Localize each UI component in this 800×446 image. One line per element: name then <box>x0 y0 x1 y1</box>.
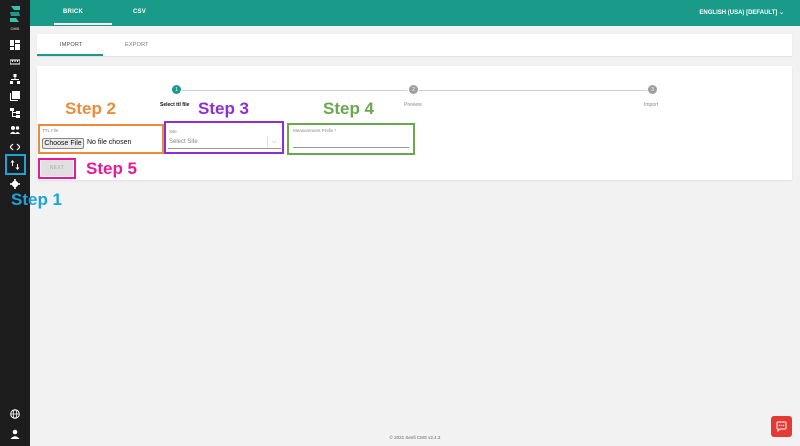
tab-import-indicator <box>37 54 103 56</box>
globe-icon[interactable] <box>8 407 22 421</box>
footer-copyright: © 2021 Senfi CMS v2.4.3 <box>389 435 441 440</box>
layers-icon[interactable] <box>8 89 22 103</box>
active-nav-highlight <box>5 154 26 175</box>
stepper-connector <box>419 89 647 91</box>
step-2-indicator: 2 <box>409 85 418 94</box>
users-icon[interactable] <box>8 123 22 137</box>
hierarchy-icon[interactable] <box>8 72 22 86</box>
tab-export[interactable]: EXPORT <box>125 42 149 48</box>
step-2-annotation: Step 2 <box>65 99 117 118</box>
sub-tabs: IMPORT EXPORT <box>37 34 792 56</box>
step-5-annotation: Step 5 <box>86 159 138 178</box>
step-3-annotation: Step 3 <box>198 99 250 118</box>
tab-brick-indicator <box>54 23 112 25</box>
step-3-label: Import <box>644 102 659 108</box>
step-3-highlight <box>164 121 284 154</box>
step-1-indicator: 1 <box>172 85 181 94</box>
step-5-highlight <box>38 158 76 179</box>
ruler-icon[interactable] <box>8 55 22 69</box>
dashboard-icon[interactable] <box>8 38 22 52</box>
tab-csv[interactable]: CSV <box>133 9 146 15</box>
chat-button[interactable] <box>771 416 792 437</box>
tab-brick[interactable]: BRICK <box>63 9 83 15</box>
stepper-connector <box>182 89 407 91</box>
cms-label: CMS <box>10 26 20 31</box>
top-bar: BRICK CSV ENGLISH (USA) [DEFAULT] ⌄ <box>30 0 800 26</box>
tab-import[interactable]: IMPORT <box>60 42 83 48</box>
step-3-indicator: 3 <box>648 85 657 94</box>
app-logo <box>10 6 20 22</box>
chat-icon <box>776 421 787 432</box>
language-selector[interactable]: ENGLISH (USA) [DEFAULT] ⌄ <box>699 9 784 16</box>
sidebar: CMS <box>0 0 30 446</box>
step-1-annotation: Step 1 <box>11 190 63 209</box>
step-1-label: Select ttl file <box>160 102 190 108</box>
step-4-annotation: Step 4 <box>323 99 375 118</box>
settings-icon[interactable] <box>8 177 22 191</box>
code-icon[interactable] <box>8 140 22 154</box>
schema-icon[interactable] <box>8 106 22 120</box>
step-2-highlight <box>38 124 164 154</box>
step-2-label: Preview <box>404 102 422 108</box>
step-4-highlight <box>287 123 415 155</box>
